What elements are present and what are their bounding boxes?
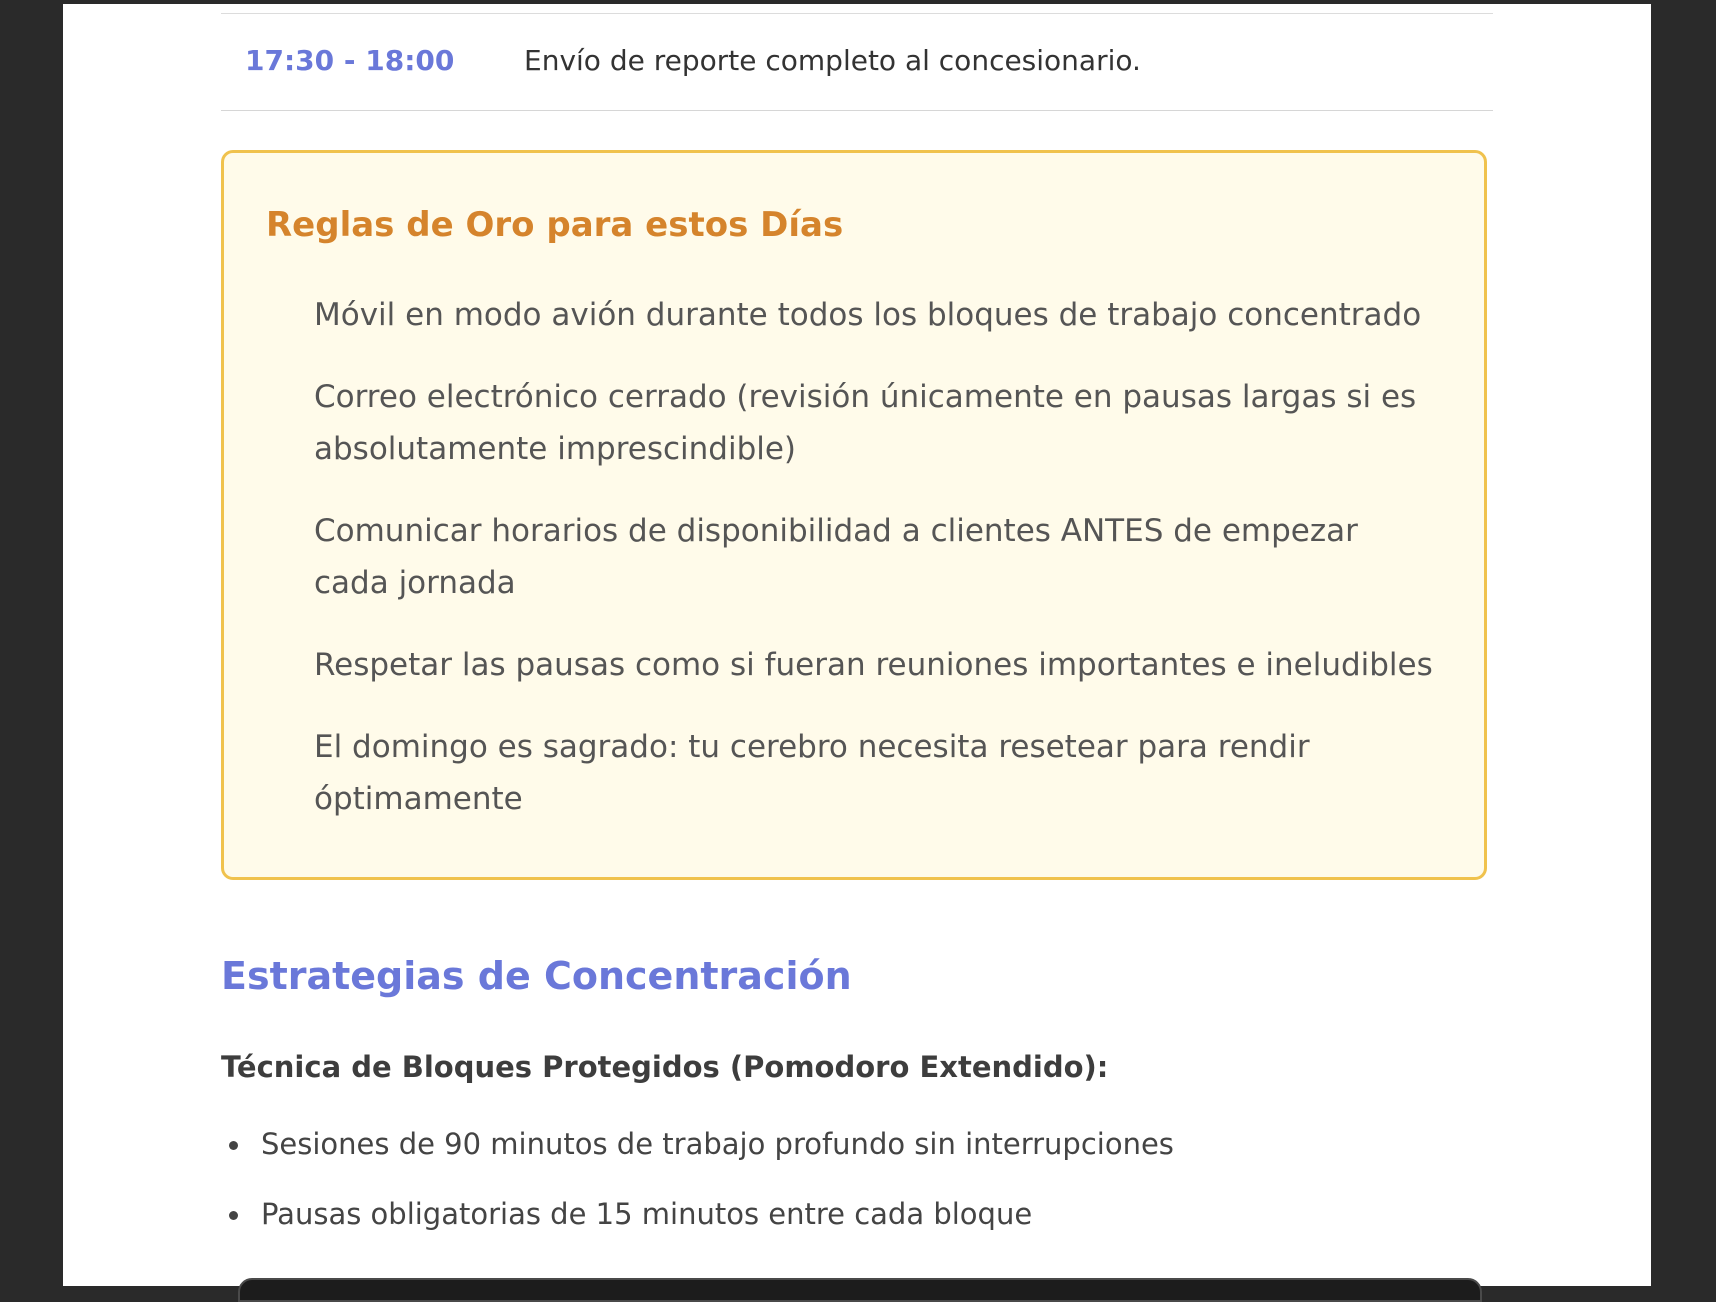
section-title: Estrategias de Concentración (221, 954, 852, 998)
golden-rules-list: Móvil en modo avión durante todos los bl… (314, 289, 1434, 855)
list-item-text: Pausas obligatorias de 15 minutos entre … (261, 1197, 1033, 1231)
document-page: 17:30 - 18:00 Envío de reporte completo … (63, 4, 1651, 1286)
list-item: Sesiones de 90 minutos de trabajo profun… (221, 1124, 1421, 1164)
schedule-time: 17:30 - 18:00 (245, 44, 455, 77)
rule-item: Comunicar horarios de disponibilidad a c… (314, 513, 1358, 601)
rule-item: Móvil en modo avión durante todos los bl… (314, 297, 1422, 333)
rule-item: Respetar las pausas como si fueran reuni… (314, 647, 1433, 683)
rule-item: Correo electrónico cerrado (revisión úni… (314, 379, 1417, 467)
bullet-icon (229, 1211, 238, 1220)
bottom-toolbar-edge (238, 1278, 1482, 1302)
technique-bullet-list: Sesiones de 90 minutos de trabajo profun… (221, 1124, 1421, 1264)
technique-subtitle: Técnica de Bloques Protegidos (Pomodoro … (221, 1050, 1109, 1084)
golden-rules-title: Reglas de Oro para estos Días (266, 205, 844, 245)
schedule-row: 17:30 - 18:00 Envío de reporte completo … (221, 13, 1493, 111)
bullet-icon (229, 1141, 238, 1150)
list-item-text: Sesiones de 90 minutos de trabajo profun… (261, 1127, 1174, 1161)
golden-rules-box: Reglas de Oro para estos Días Móvil en m… (221, 150, 1487, 880)
schedule-description: Envío de reporte completo al concesionar… (524, 44, 1141, 77)
rule-item: El domingo es sagrado: tu cerebro necesi… (314, 729, 1310, 817)
list-item: Pausas obligatorias de 15 minutos entre … (221, 1194, 1421, 1234)
